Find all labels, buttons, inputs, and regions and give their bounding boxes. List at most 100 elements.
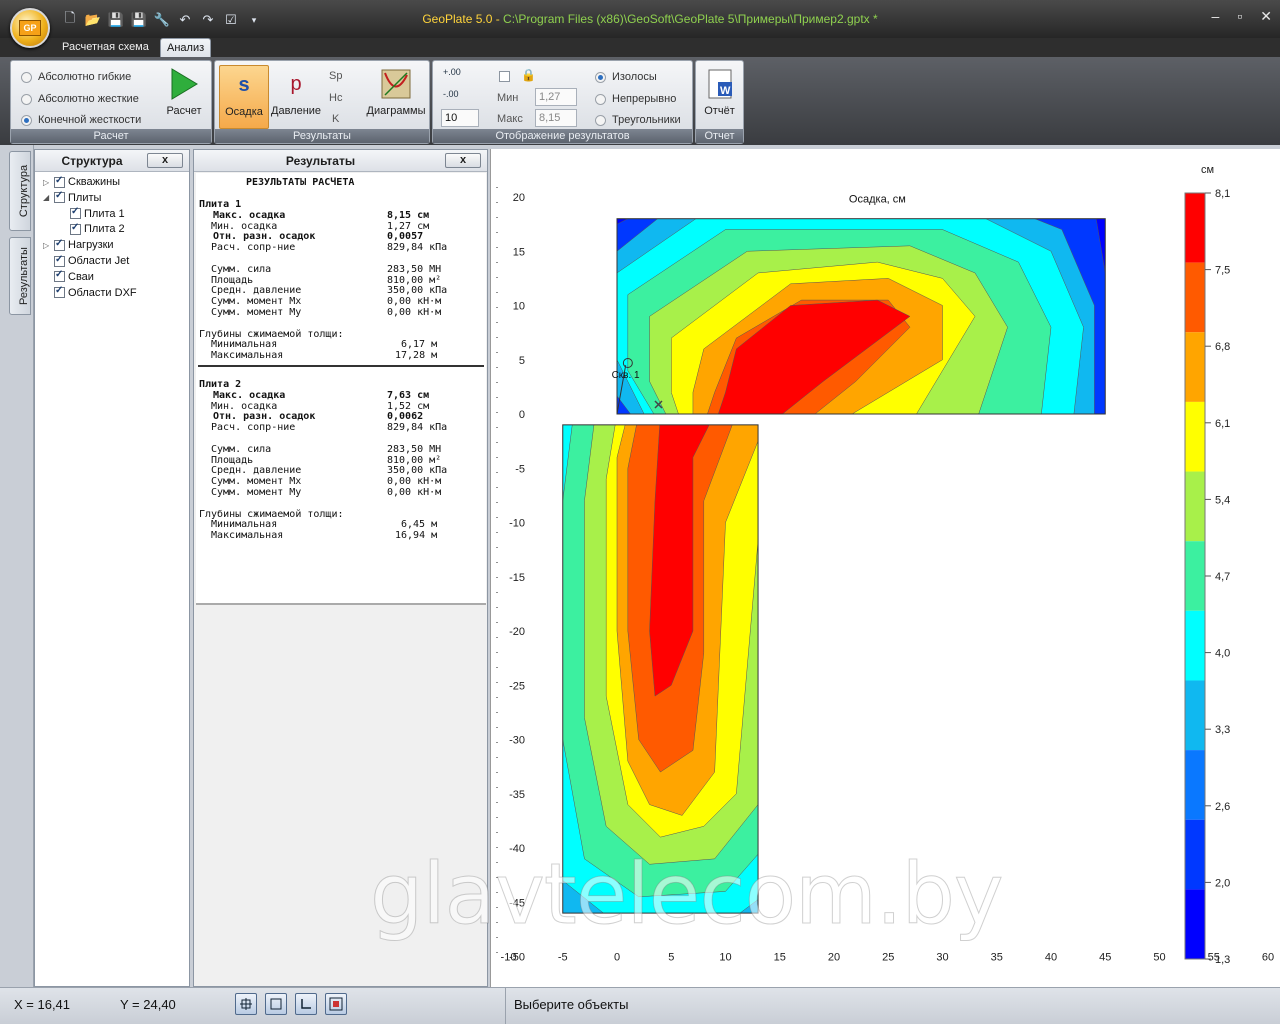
close-panel-button[interactable]: x: [445, 153, 481, 168]
lock-range-checkbox[interactable]: [499, 71, 510, 82]
legend-color-band: [1185, 610, 1205, 681]
radio-triangles[interactable]: Треугольники: [595, 114, 681, 126]
open-folder-icon[interactable]: 📂: [83, 10, 103, 30]
tab-schema[interactable]: Расчетная схема: [56, 38, 155, 58]
result-label: Сумм. момент My: [211, 487, 302, 498]
decimals-decrease-icon[interactable]: -.00: [443, 89, 459, 99]
radio-finite-stiffness[interactable]: Конечной жесткости: [21, 114, 141, 126]
side-tab-structure[interactable]: Структура: [9, 151, 31, 231]
radio-continuous[interactable]: Непрерывно: [595, 93, 676, 105]
tree-checkbox[interactable]: [54, 190, 65, 204]
close-icon[interactable]: ✕: [1260, 8, 1272, 25]
levels-spinner[interactable]: 10: [441, 109, 479, 127]
tree-item[interactable]: Плита 1: [59, 206, 125, 220]
legend-color-band: [1185, 332, 1205, 402]
tab-analysis[interactable]: Анализ: [160, 38, 212, 58]
hc-button[interactable]: Hc: [329, 92, 342, 104]
min-label: Мин: [497, 92, 519, 104]
maximize-icon[interactable]: ▫: [1237, 8, 1242, 25]
tree-item[interactable]: ▷ Скважины: [43, 175, 121, 189]
contour-plot-svg[interactable]: Скв. 1Осадка, см20151050-5-10-15-20-25-3…: [491, 149, 1280, 987]
radio-label: Абсолютно жесткие: [38, 93, 139, 105]
plate-heading: Плита 2: [199, 379, 242, 390]
minimize-icon[interactable]: –: [1212, 8, 1220, 25]
result-value: 829,84 кПа: [387, 422, 448, 434]
y-tick-label: -5: [515, 463, 525, 475]
side-tab-results[interactable]: Результаты: [9, 237, 31, 315]
legend-value-label: 3,3: [1215, 724, 1230, 736]
tree-item[interactable]: Плита 2: [59, 222, 125, 235]
k-button[interactable]: K: [332, 113, 339, 125]
snap-rect-icon[interactable]: [265, 993, 287, 1015]
qat-dropdown-icon[interactable]: ▾: [244, 10, 264, 30]
tree-item[interactable]: Области Jet: [43, 254, 129, 267]
report-button[interactable]: W Отчёт: [696, 65, 743, 129]
save-as-icon[interactable]: 💾: [129, 10, 149, 30]
pressure-button[interactable]: p Давление: [271, 65, 321, 129]
radio-button[interactable]: [21, 114, 32, 126]
tree-item[interactable]: ◢ Плиты: [43, 190, 101, 204]
min-input[interactable]: 1,27: [535, 88, 577, 106]
group-label: Расчет: [11, 129, 211, 143]
legend-color-band: [1185, 819, 1205, 890]
application-menu-button[interactable]: GP: [10, 8, 50, 48]
radio-button[interactable]: [21, 93, 32, 105]
undo-icon[interactable]: ↶: [175, 10, 195, 30]
tree-item[interactable]: ▷ Нагрузки: [43, 238, 114, 252]
max-input[interactable]: 8,15: [535, 109, 577, 127]
legend-value-label: 4,0: [1215, 648, 1230, 660]
redo-icon[interactable]: ↷: [198, 10, 218, 30]
check-tool-icon[interactable]: ☑: [221, 10, 241, 30]
radio-button[interactable]: [595, 114, 606, 126]
tree-item-label: Скважины: [68, 176, 121, 188]
tree-checkbox[interactable]: [70, 222, 81, 235]
decimals-increase-icon[interactable]: +.00: [443, 67, 461, 77]
result-value: 810,00 м²: [387, 274, 442, 286]
depth-max-label: Максимальная: [211, 350, 284, 362]
settings-wrench-icon[interactable]: 🔧: [152, 10, 172, 30]
result-value: 0,0057: [387, 231, 424, 243]
tree-checkbox[interactable]: [54, 269, 65, 283]
sp-button[interactable]: Sp: [329, 70, 342, 82]
ribbon-tabs: Расчетная схема Анализ: [0, 38, 1280, 58]
zoom-extents-icon[interactable]: [325, 993, 347, 1015]
result-label: Сумм. момент Mx: [211, 296, 302, 308]
expand-arrow-icon[interactable]: ▷: [43, 241, 51, 250]
expand-arrow-icon[interactable]: ▷: [43, 178, 51, 187]
tree-item[interactable]: Сваи: [43, 269, 94, 283]
ortho-icon[interactable]: [295, 993, 317, 1015]
panel-header: Результаты x: [194, 150, 487, 172]
tree-checkbox[interactable]: [54, 238, 65, 251]
radio-isolines[interactable]: Изолосы: [595, 71, 657, 83]
close-panel-button[interactable]: x: [147, 153, 183, 168]
radio-label: Треугольники: [612, 114, 681, 126]
tree-checkbox[interactable]: [70, 206, 81, 220]
settlement-plot[interactable]: Скв. 1 Осадка, см 20 15 10 5 0 -5 -10 -15 -20 -25 -3…: [490, 149, 1280, 987]
diagrams-button[interactable]: Диаграммы: [365, 65, 427, 129]
radio-button[interactable]: [595, 71, 606, 83]
group-label: Результаты: [215, 129, 429, 143]
tree-checkbox[interactable]: [54, 285, 65, 299]
x-tick-label: 10: [719, 952, 731, 964]
tree-item-label: Области DXF: [68, 286, 137, 299]
run-calc-button[interactable]: Расчет: [159, 65, 209, 129]
legend-value-label: 5,4: [1215, 494, 1230, 506]
tree-checkbox[interactable]: [54, 175, 65, 188]
radio-button[interactable]: [21, 71, 32, 83]
depth-heading: Глубины сжимаемой толщи:: [199, 328, 344, 340]
radio-rigid[interactable]: Абсолютно жесткие: [21, 93, 139, 105]
tree-checkbox[interactable]: [54, 254, 65, 267]
result-value: 1,27 см: [387, 220, 430, 232]
settlement-button[interactable]: s Осадка: [219, 65, 269, 129]
expand-arrow-icon[interactable]: ◢: [43, 193, 51, 202]
radio-button[interactable]: [595, 93, 606, 105]
radio-flexible[interactable]: Абсолютно гибкие: [21, 71, 131, 83]
snap-grid-icon[interactable]: [235, 993, 257, 1015]
results-group: s Осадка p Давление Sp Hc K Диаграммы Ре…: [214, 60, 430, 144]
new-file-icon[interactable]: 🗋: [60, 10, 80, 30]
legend-color-band: [1185, 262, 1205, 333]
tree-item-label: Нагрузки: [68, 239, 114, 252]
tree-item[interactable]: Области DXF: [43, 285, 137, 299]
save-icon[interactable]: 💾: [106, 10, 126, 30]
legend-value-label: 7,5: [1215, 265, 1230, 277]
